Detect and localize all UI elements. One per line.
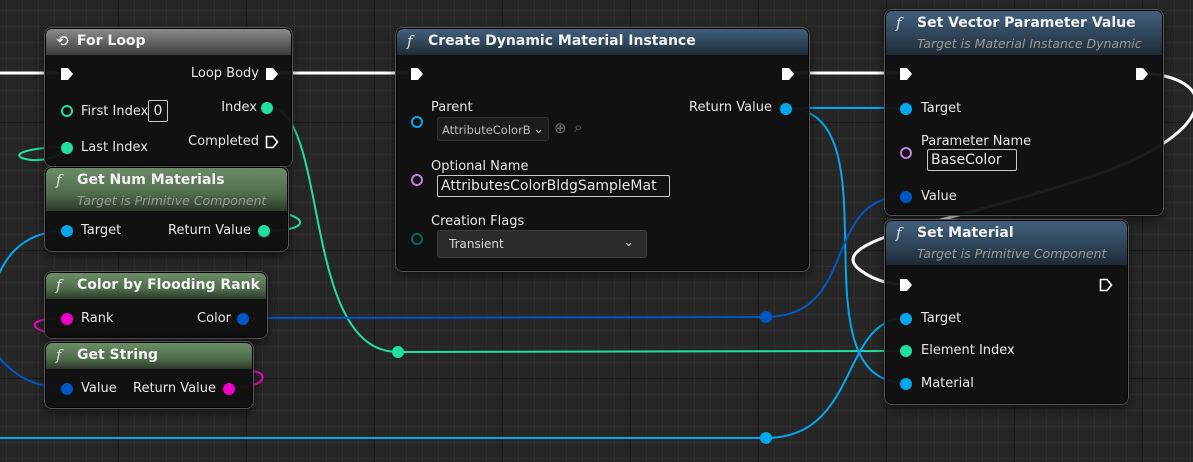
cdmi-title: Create Dynamic Material Instance (428, 33, 696, 49)
get-num-target-label: Target (81, 223, 122, 238)
creation-flags-pin[interactable] (411, 233, 423, 245)
first-index-label: First Index (81, 104, 149, 119)
color-by-flooding-rank-node[interactable]: f Color by Flooding Rank Rank Color (45, 272, 267, 338)
loop-icon: ⟲ (56, 32, 69, 50)
for-loop-header[interactable]: ⟲ For Loop (46, 29, 291, 55)
svpv-exec-out-pin[interactable] (1135, 67, 1149, 81)
creation-flags-value: Transient (449, 237, 504, 251)
optional-name-input[interactable]: AttributesColorBldgSampleMat (437, 175, 670, 197)
svpv-header[interactable]: f Set Vector Parameter Value Target is M… (886, 11, 1162, 55)
cdmi-return-pin[interactable] (780, 103, 792, 115)
color-by-flooding-rank-title: Color by Flooding Rank (77, 277, 260, 293)
get-string-node[interactable]: f Get String Value Return Value (45, 342, 253, 408)
reroute-node-color[interactable] (760, 311, 772, 323)
index-label: Index (221, 100, 257, 115)
rank-label: Rank (81, 311, 114, 326)
set-material-exec-out-pin[interactable] (1099, 278, 1113, 292)
get-num-return-label: Return Value (168, 223, 251, 238)
get-string-value-label: Value (81, 381, 117, 396)
parameter-name-input[interactable]: BaseColor (927, 149, 1017, 171)
parent-pin[interactable] (411, 116, 423, 128)
create-dynamic-material-instance-node[interactable]: f Create Dynamic Material Instance Paren… (396, 28, 809, 271)
creation-flags-label: Creation Flags (431, 214, 525, 229)
cdmi-return-label: Return Value (689, 100, 772, 115)
svpv-exec-in-pin[interactable] (899, 67, 913, 81)
get-num-target-pin[interactable] (61, 225, 73, 237)
last-index-label: Last Index (81, 140, 148, 155)
chevron-down-icon: ⌄ (623, 235, 634, 250)
use-selected-icon[interactable]: ⊕ (554, 119, 567, 137)
material-label: Material (921, 376, 974, 391)
function-icon: f (56, 171, 62, 189)
cdmi-header[interactable]: f Create Dynamic Material Instance (397, 29, 808, 55)
function-icon: f (407, 32, 413, 50)
loop-body-label: Loop Body (190, 66, 259, 81)
rank-pin[interactable] (61, 313, 73, 325)
optional-name-label: Optional Name (431, 159, 529, 174)
get-string-value-pin[interactable] (61, 383, 73, 395)
loop-body-pin[interactable] (265, 67, 279, 81)
element-index-label: Element Index (921, 343, 1015, 358)
set-material-header[interactable]: f Set Material Target is Primitive Compo… (886, 221, 1127, 265)
svpv-subtitle: Target is Material Instance Dynamic (917, 36, 1142, 51)
svpv-title: Set Vector Parameter Value (917, 15, 1136, 31)
set-material-title: Set Material (917, 225, 1014, 241)
parameter-name-pin[interactable] (900, 147, 912, 159)
color-pin[interactable] (237, 313, 249, 325)
get-string-return-pin[interactable] (223, 383, 235, 395)
function-icon: f (896, 14, 902, 32)
browse-search-icon[interactable]: ⌕ (574, 118, 582, 136)
parent-label: Parent (431, 100, 473, 115)
exec-in-pin[interactable] (60, 67, 74, 81)
set-material-target-label: Target (921, 311, 962, 326)
set-vector-parameter-value-node[interactable]: f Set Vector Parameter Value Target is M… (885, 10, 1163, 215)
svpv-target-label: Target (921, 101, 962, 116)
get-num-return-pin[interactable] (258, 225, 270, 237)
get-num-materials-header[interactable]: f Get Num Materials Target is Primitive … (46, 168, 287, 211)
first-index-pin[interactable] (61, 105, 73, 117)
set-material-node[interactable]: f Set Material Target is Primitive Compo… (885, 220, 1128, 404)
for-loop-node[interactable]: ⟲ For Loop Loop Body First Index 0 Index… (45, 28, 292, 166)
parent-asset-dropdown[interactable]: AttributeColorB ⌄ (437, 117, 549, 141)
svpv-target-pin[interactable] (900, 103, 912, 115)
set-material-subtitle: Target is Primitive Component (917, 246, 1107, 261)
first-index-input[interactable]: 0 (148, 100, 168, 122)
get-num-materials-node[interactable]: f Get Num Materials Target is Primitive … (45, 167, 288, 251)
completed-label: Completed (188, 134, 259, 149)
for-loop-title: For Loop (77, 33, 146, 49)
function-icon: f (56, 276, 62, 294)
get-string-return-label: Return Value (133, 381, 216, 396)
chevron-down-icon: ⌄ (533, 122, 544, 137)
material-pin[interactable] (900, 378, 912, 390)
cdmi-exec-in-pin[interactable] (410, 67, 424, 81)
element-index-pin[interactable] (900, 345, 912, 357)
parent-asset-value: AttributeColorB (442, 123, 531, 137)
completed-pin[interactable] (265, 135, 279, 149)
index-pin[interactable] (261, 102, 273, 114)
last-index-pin[interactable] (61, 142, 73, 154)
svpv-value-pin[interactable] (900, 191, 912, 203)
function-icon: f (56, 346, 62, 364)
reroute-node-index[interactable] (392, 346, 404, 358)
set-material-exec-in-pin[interactable] (899, 278, 913, 292)
reroute-node-target[interactable] (760, 432, 772, 444)
svpv-value-label: Value (921, 189, 957, 204)
get-num-materials-title: Get Num Materials (77, 172, 225, 188)
color-label: Color (197, 311, 231, 326)
cdmi-exec-out-pin[interactable] (781, 67, 795, 81)
color-by-flooding-rank-header[interactable]: f Color by Flooding Rank (46, 273, 266, 299)
get-num-materials-subtitle: Target is Primitive Component (77, 193, 267, 208)
function-icon: f (896, 224, 902, 242)
creation-flags-dropdown[interactable]: Transient ⌄ (437, 230, 647, 258)
parameter-name-label: Parameter Name (921, 134, 1032, 149)
get-string-header[interactable]: f Get String (46, 343, 252, 369)
set-material-target-pin[interactable] (900, 313, 912, 325)
optional-name-pin[interactable] (411, 174, 423, 186)
get-string-title: Get String (77, 347, 159, 363)
